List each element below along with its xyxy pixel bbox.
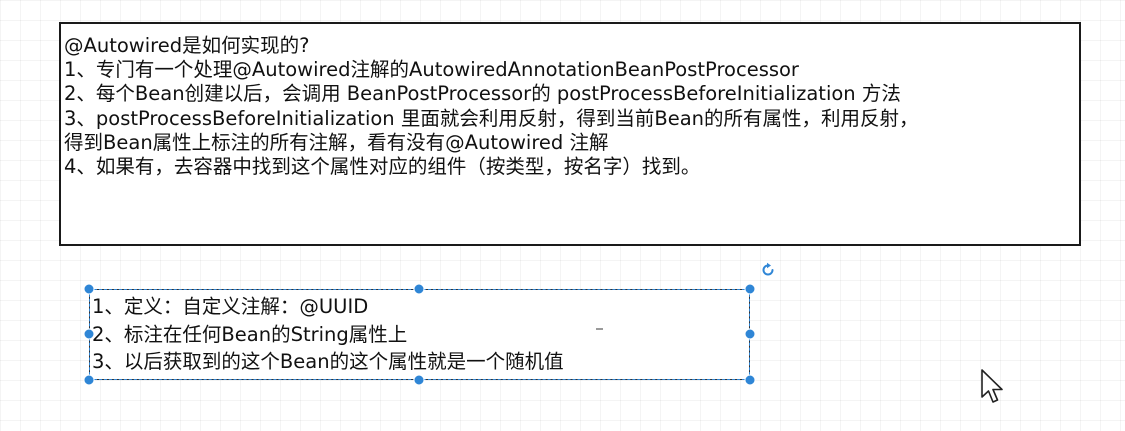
resize-handle-top-left[interactable] bbox=[83, 283, 95, 295]
uuid-text-box[interactable]: 1、定义：自定义注解：@UUID 2、标注在任何Bean的String属性上 3… bbox=[89, 289, 750, 380]
resize-handle-top-right[interactable] bbox=[744, 283, 756, 295]
text-caret-mark bbox=[596, 328, 603, 330]
uuid-line-2: 2、标注在任何Bean的String属性上 bbox=[92, 322, 408, 346]
autowired-line-2: 2、每个Bean创建以后，会调用 BeanPostProcessor的 post… bbox=[64, 82, 901, 106]
resize-handle-top-center[interactable] bbox=[413, 283, 425, 295]
resize-handle-bottom-center[interactable] bbox=[413, 374, 425, 386]
autowired-line-3-continued: 得到Bean属性上标注的所有注解，看有没有@Autowired 注解 bbox=[64, 130, 609, 154]
resize-handle-middle-right[interactable] bbox=[744, 328, 756, 340]
autowired-line-1: 1、专门有一个处理@Autowired注解的AutowiredAnnotatio… bbox=[64, 58, 799, 82]
resize-handle-middle-left[interactable] bbox=[83, 328, 95, 340]
uuid-line-1: 1、定义：自定义注解：@UUID bbox=[92, 295, 369, 318]
resize-handle-bottom-right[interactable] bbox=[744, 374, 756, 386]
autowired-line-3: 3、postProcessBeforeInitialization 里面就会利用… bbox=[64, 106, 919, 130]
rotate-icon[interactable] bbox=[760, 262, 776, 278]
autowired-title: @Autowired是如何实现的? bbox=[64, 34, 310, 57]
mouse-pointer-icon bbox=[981, 369, 1003, 403]
resize-handle-bottom-left[interactable] bbox=[83, 374, 95, 386]
autowired-line-4: 4、如果有，去容器中找到这个属性对应的组件（按类型，按名字）找到。 bbox=[64, 155, 701, 179]
uuid-line-3: 3、以后获取到的这个Bean的这个属性就是一个随机值 bbox=[92, 350, 564, 373]
autowired-text-box[interactable]: @Autowired是如何实现的? 1、专门有一个处理@Autowired注解的… bbox=[59, 22, 1081, 246]
